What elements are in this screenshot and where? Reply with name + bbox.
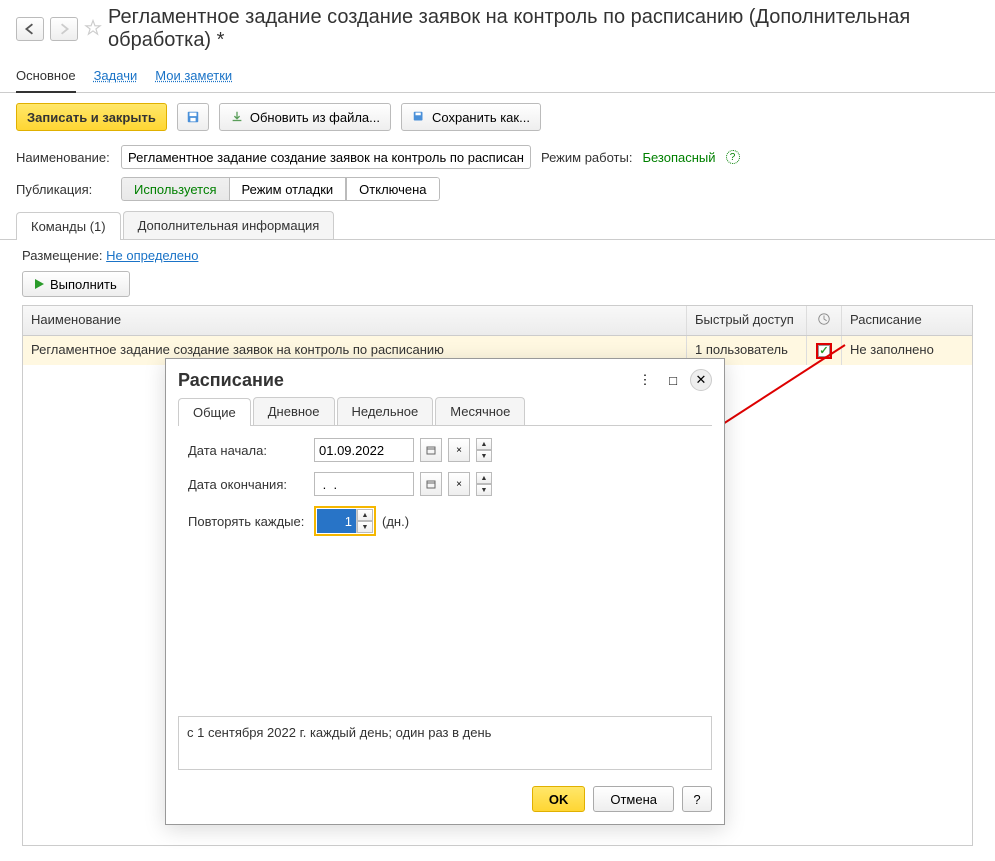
col-header-schedule-icon[interactable] [807,306,842,335]
start-spin-down[interactable]: ▼ [476,450,492,462]
mode-label: Режим работы: [541,150,632,165]
repeat-input[interactable] [317,509,357,533]
dtab-daily[interactable]: Дневное [253,397,335,425]
dialog-maximize-icon[interactable]: □ [662,369,684,391]
dialog-title: Расписание [178,370,628,391]
dtab-weekly[interactable]: Недельное [337,397,434,425]
update-from-file-label: Обновить из файла... [250,110,380,125]
end-date-input[interactable] [314,472,414,496]
nav-back-button[interactable] [16,17,44,41]
dialog-ok-button[interactable]: OK [532,786,586,812]
cell-schedule-checkbox[interactable]: ✓ [807,336,842,365]
end-date-clear-icon[interactable]: × [448,472,470,496]
dtab-monthly[interactable]: Месячное [435,397,525,425]
name-label: Наименование: [16,150,111,165]
save-button[interactable] [177,103,209,131]
col-header-schedule[interactable]: Расписание [842,306,972,335]
publication-label: Публикация: [16,182,111,197]
end-date-label: Дата окончания: [188,477,308,492]
start-date-picker-icon[interactable] [420,438,442,462]
play-icon [35,279,44,289]
start-spin-up[interactable]: ▲ [476,438,492,450]
repeat-unit: (дн.) [382,514,409,529]
pub-off-button[interactable]: Отключена [346,177,439,201]
tab-addinfo[interactable]: Дополнительная информация [123,211,335,239]
nav-tab-tasks[interactable]: Задачи [94,62,138,92]
end-spin-down[interactable]: ▼ [476,484,492,496]
pub-debug-button[interactable]: Режим отладки [229,177,347,201]
repeat-spin-down[interactable]: ▼ [357,521,373,533]
name-input[interactable] [121,145,531,169]
dialog-cancel-button[interactable]: Отмена [593,786,674,812]
repeat-label: Повторять каждые: [188,514,308,529]
start-date-input[interactable] [314,438,414,462]
start-date-clear-icon[interactable]: × [448,438,470,462]
dtab-general[interactable]: Общие [178,398,251,426]
page-title: Регламентное задание создание заявок на … [108,6,979,52]
schedule-dialog: Расписание ⋮ □ ✕ Общие Дневное Недельное… [165,358,725,825]
execute-button[interactable]: Выполнить [22,271,130,297]
cell-schedule-text: Не заполнено [842,336,972,365]
start-date-label: Дата начала: [188,443,308,458]
col-header-name[interactable]: Наименование [23,306,687,335]
nav-tab-notes[interactable]: Мои заметки [155,62,232,92]
placement-label: Размещение: [22,248,103,263]
placement-link[interactable]: Не определено [106,248,198,263]
repeat-spin-up[interactable]: ▲ [357,509,373,521]
execute-label: Выполнить [50,277,117,292]
dialog-help-button[interactable]: ? [682,786,712,812]
save-as-label: Сохранить как... [432,110,530,125]
col-header-access[interactable]: Быстрый доступ [687,306,807,335]
dialog-menu-icon[interactable]: ⋮ [634,369,656,391]
save-close-button[interactable]: Записать и закрыть [16,103,167,131]
pub-used-button[interactable]: Используется [121,177,229,201]
update-from-file-button[interactable]: Обновить из файла... [219,103,391,131]
dialog-close-icon[interactable]: ✕ [690,369,712,391]
save-as-button[interactable]: Сохранить как... [401,103,541,131]
nav-forward-button[interactable] [50,17,78,41]
schedule-summary: с 1 сентября 2022 г. каждый день; один р… [178,716,712,770]
favorite-icon[interactable] [84,19,102,40]
help-icon[interactable]: ? [726,150,740,164]
mode-value[interactable]: Безопасный [642,150,715,165]
tab-commands[interactable]: Команды (1) [16,212,121,240]
end-spin-up[interactable]: ▲ [476,472,492,484]
nav-tab-main[interactable]: Основное [16,62,76,93]
end-date-picker-icon[interactable] [420,472,442,496]
